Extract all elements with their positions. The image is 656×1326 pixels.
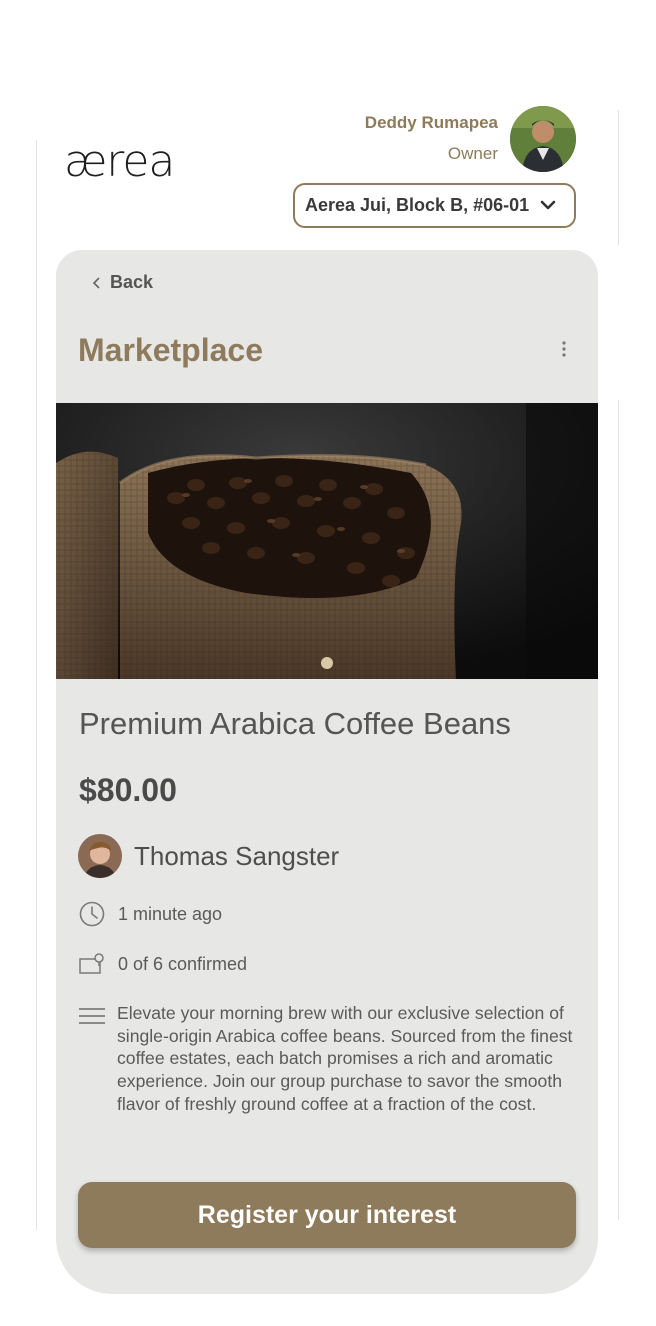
- frame-edge-right-lower: [618, 400, 619, 1220]
- back-button[interactable]: Back: [92, 272, 153, 293]
- register-interest-button[interactable]: Register your interest: [78, 1182, 576, 1248]
- chevron-left-icon: [92, 276, 100, 289]
- coffee-beans-image: [56, 403, 598, 679]
- chevron-down-icon: [540, 200, 556, 210]
- description-lines-icon: [79, 1008, 105, 1024]
- confirmed-count: 0 of 6 confirmed: [118, 953, 248, 974]
- seller-name: Thomas Sangster: [134, 840, 340, 871]
- seller-info[interactable]: Thomas Sangster: [78, 834, 339, 878]
- listing-card: Back Marketplace Premium Arabica Coffee …: [56, 250, 598, 1294]
- confirmed-count-row: 0 of 6 confirmed: [78, 950, 247, 978]
- unit-selector-value: Aerea Jui, Block B, #06-01: [305, 195, 530, 215]
- posted-time: 1 minute ago: [118, 903, 223, 924]
- back-label: Back: [110, 272, 154, 292]
- brand-logo: ærea: [64, 136, 175, 187]
- clock-icon: [79, 901, 105, 927]
- posted-time-row: 1 minute ago: [78, 900, 222, 928]
- page-title: Marketplace: [78, 332, 263, 368]
- confirmed-tag-icon: [79, 953, 104, 974]
- user-role: Owner: [447, 144, 498, 163]
- frame-edge-left: [36, 140, 37, 1230]
- product-description: Elevate your morning brew with our exclu…: [117, 1003, 573, 1114]
- product-price: $80.00: [79, 772, 177, 808]
- product-image-carousel[interactable]: [56, 403, 598, 679]
- unit-selector[interactable]: Aerea Jui, Block B, #06-01: [293, 183, 576, 228]
- carousel-indicator-dot[interactable]: [321, 657, 333, 669]
- user-avatar[interactable]: [510, 106, 576, 172]
- product-title: Premium Arabica Coffee Beans: [79, 706, 511, 741]
- kebab-menu-icon[interactable]: [556, 338, 572, 360]
- frame-edge-right: [618, 110, 619, 245]
- user-name: Deddy Rumapea: [364, 113, 498, 132]
- seller-avatar[interactable]: [78, 834, 122, 878]
